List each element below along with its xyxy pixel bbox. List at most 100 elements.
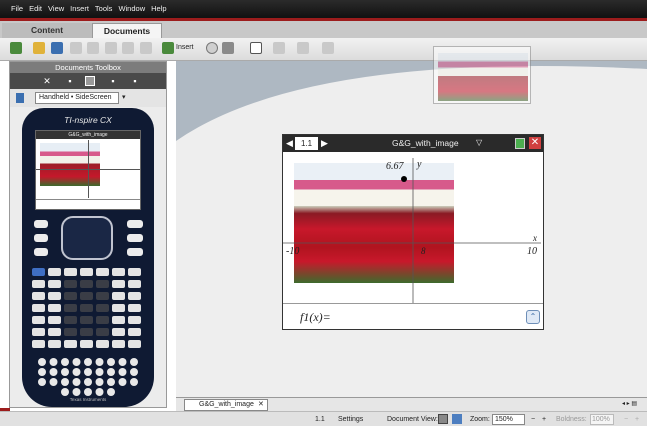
doc-key[interactable] bbox=[127, 234, 143, 242]
on-key[interactable] bbox=[127, 220, 143, 228]
calculator-key[interactable] bbox=[48, 304, 61, 312]
calculator-key[interactable] bbox=[80, 328, 93, 336]
alpha-key[interactable] bbox=[84, 358, 92, 366]
calculator-key[interactable] bbox=[128, 304, 141, 312]
menu-tools[interactable]: Tools bbox=[92, 0, 116, 17]
computer-view-icon[interactable] bbox=[452, 414, 462, 424]
alpha-key[interactable] bbox=[49, 368, 58, 376]
handheld-view-icon[interactable] bbox=[438, 414, 448, 424]
fill-color-icon[interactable] bbox=[273, 42, 285, 54]
alpha-key[interactable] bbox=[130, 378, 138, 386]
calculator-key[interactable] bbox=[128, 340, 141, 348]
graph-area[interactable]: 6.67 y x -10 10 8 bbox=[283, 152, 543, 303]
calculator-key[interactable] bbox=[112, 328, 125, 336]
alpha-key[interactable] bbox=[95, 388, 104, 396]
alpha-key[interactable] bbox=[95, 378, 104, 386]
calculator-key[interactable] bbox=[96, 316, 109, 324]
alpha-key[interactable] bbox=[72, 378, 81, 386]
menu-edit[interactable]: Edit bbox=[26, 0, 45, 17]
tools-icon[interactable]: ✕ bbox=[42, 76, 52, 86]
alpha-key[interactable] bbox=[72, 388, 81, 396]
calculator-key[interactable] bbox=[80, 316, 93, 324]
alpha-key[interactable] bbox=[61, 358, 69, 366]
screen-capture-icon[interactable] bbox=[222, 42, 234, 54]
line-color-icon[interactable] bbox=[297, 42, 309, 54]
calculator-key[interactable] bbox=[96, 280, 109, 288]
calculator-key[interactable] bbox=[112, 304, 125, 312]
insert-menu-label[interactable]: Insert bbox=[176, 44, 194, 51]
tab-scroll-icon[interactable]: ◂ ▸ ▤ bbox=[622, 400, 637, 407]
calculator-key[interactable] bbox=[64, 328, 77, 336]
calculator-key[interactable] bbox=[32, 280, 45, 288]
calculator-key[interactable] bbox=[112, 268, 125, 276]
open-document-icon[interactable] bbox=[33, 42, 45, 54]
page-id-tab[interactable]: 1.1 bbox=[295, 137, 318, 150]
alpha-key[interactable] bbox=[130, 358, 138, 366]
page-sorter-icon[interactable]: ▪ bbox=[65, 76, 75, 86]
menu-help[interactable]: Help bbox=[148, 0, 169, 17]
alpha-key[interactable] bbox=[38, 378, 46, 386]
handheld-mode-select[interactable]: Handheld • SideScreen bbox=[35, 92, 119, 104]
calculator-key[interactable] bbox=[96, 328, 109, 336]
calculator-key[interactable] bbox=[128, 316, 141, 324]
calculator-key[interactable] bbox=[48, 340, 61, 348]
menu-view[interactable]: View bbox=[45, 0, 67, 17]
calculator-key[interactable] bbox=[96, 292, 109, 300]
close-tab-icon[interactable]: ✕ bbox=[258, 400, 264, 408]
calculator-key[interactable] bbox=[64, 280, 77, 288]
alpha-key[interactable] bbox=[130, 368, 138, 376]
document-tab[interactable]: G&G_with_image bbox=[184, 399, 268, 411]
alpha-key[interactable] bbox=[38, 358, 46, 366]
calculator-key[interactable] bbox=[64, 340, 77, 348]
close-icon[interactable]: ✕ bbox=[529, 137, 541, 149]
calculator-key[interactable] bbox=[64, 292, 77, 300]
calculator-key[interactable] bbox=[32, 340, 45, 348]
next-page-icon[interactable]: ▶ bbox=[321, 138, 328, 149]
calculator-key[interactable] bbox=[48, 328, 61, 336]
calculator-key[interactable] bbox=[48, 316, 61, 324]
alpha-key[interactable] bbox=[61, 388, 69, 396]
alpha-key[interactable] bbox=[72, 358, 81, 366]
calculator-key[interactable] bbox=[48, 280, 61, 288]
chevron-down-icon[interactable]: ▾ bbox=[122, 93, 126, 101]
calculator-key[interactable] bbox=[96, 268, 109, 276]
zoom-out-icon[interactable]: − bbox=[531, 416, 535, 423]
page-layout-icon[interactable] bbox=[250, 42, 262, 54]
handheld-emulator-icon[interactable] bbox=[85, 76, 95, 86]
alpha-key[interactable] bbox=[84, 378, 92, 386]
calculator-key[interactable] bbox=[32, 328, 45, 336]
alpha-key[interactable] bbox=[118, 358, 127, 366]
alpha-key[interactable] bbox=[84, 368, 92, 376]
calculator-key[interactable] bbox=[80, 292, 93, 300]
alpha-key[interactable] bbox=[107, 368, 115, 376]
calculator-key[interactable] bbox=[96, 340, 109, 348]
tab-content[interactable]: Content bbox=[2, 23, 92, 38]
chevron-down-icon[interactable]: ▽ bbox=[476, 138, 482, 147]
alpha-key[interactable] bbox=[61, 378, 69, 386]
content-explorer-icon[interactable]: ▪ bbox=[108, 76, 118, 86]
calculator-key[interactable] bbox=[128, 268, 141, 276]
calculator-key[interactable] bbox=[80, 280, 93, 288]
calculator-key[interactable] bbox=[64, 316, 77, 324]
calculator-key[interactable] bbox=[96, 304, 109, 312]
scratchpad-key[interactable] bbox=[34, 234, 48, 242]
calculator-key[interactable] bbox=[48, 292, 61, 300]
calculator-key[interactable] bbox=[32, 316, 45, 324]
text-color-icon[interactable] bbox=[322, 42, 334, 54]
calculator-key[interactable] bbox=[32, 292, 45, 300]
zoom-select[interactable]: 150% bbox=[492, 414, 525, 425]
calculator-key[interactable] bbox=[112, 316, 125, 324]
calculator-key[interactable] bbox=[128, 280, 141, 288]
calculator-key[interactable] bbox=[32, 268, 45, 276]
calculator-key[interactable] bbox=[80, 340, 93, 348]
zoom-in-icon[interactable]: + bbox=[542, 416, 546, 423]
alpha-key[interactable] bbox=[49, 358, 58, 366]
alpha-key[interactable] bbox=[107, 388, 115, 396]
menu-insert[interactable]: Insert bbox=[67, 0, 92, 17]
alpha-key[interactable] bbox=[118, 378, 127, 386]
calculator-key[interactable] bbox=[112, 280, 125, 288]
calculator-key[interactable] bbox=[112, 340, 125, 348]
function-entry-text[interactable]: f1(x)= bbox=[300, 310, 331, 325]
tab-key[interactable] bbox=[34, 248, 48, 256]
alpha-key[interactable] bbox=[49, 378, 58, 386]
